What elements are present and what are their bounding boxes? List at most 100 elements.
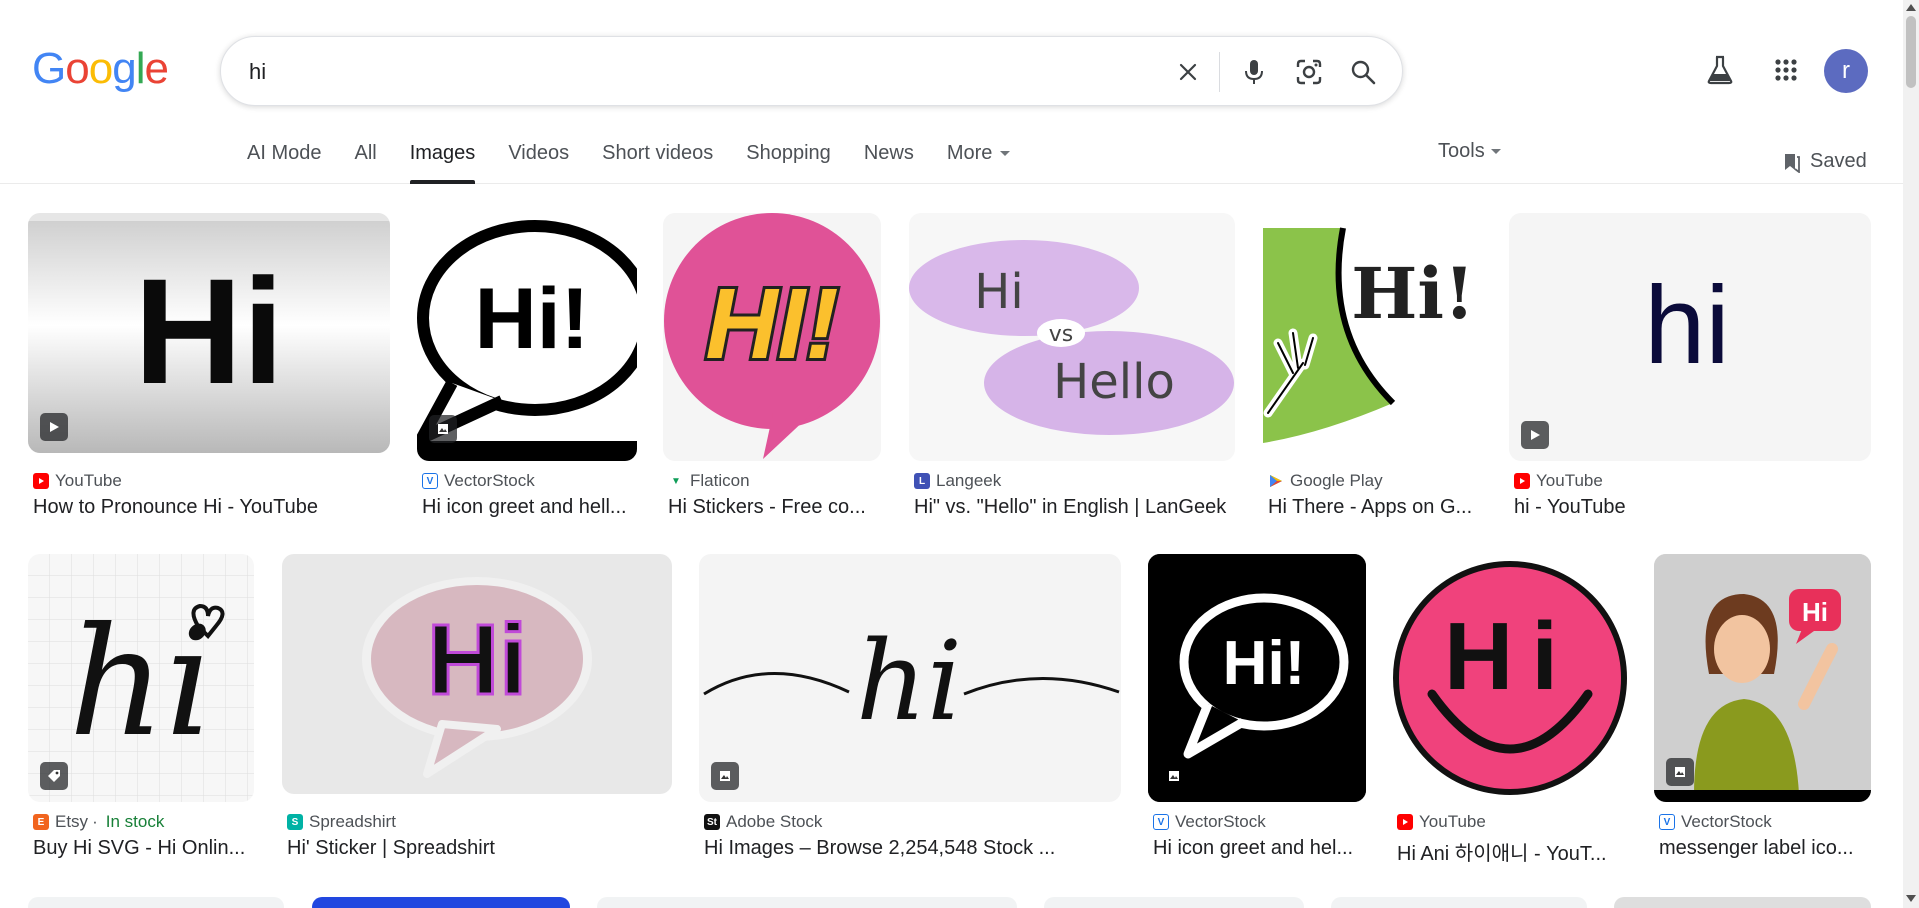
result-source[interactable]: V VectorStock [1659,812,1772,832]
image-badge-icon [711,762,739,790]
vectorstock-icon: V [422,473,438,489]
result-source[interactable]: YouTube [1397,812,1486,832]
result-thumbnail[interactable]: hi [1509,213,1871,461]
youtube-icon [33,473,49,489]
google-play-icon [1268,473,1284,489]
result-title[interactable]: hi - YouTube [1514,496,1876,519]
result-thumbnail[interactable] [597,897,1017,908]
image-result[interactable]: Hi vs Hello L Langeek Hi" vs. "Hello" in … [909,213,1235,523]
result-thumbnail[interactable]: hi [28,554,254,802]
tab-images[interactable]: Images [409,140,475,184]
scroll-down-arrow-icon[interactable] [1906,895,1916,902]
tab-news[interactable]: News [864,140,914,184]
result-thumbnail[interactable]: HI! [663,213,881,461]
youtube-icon [1514,473,1530,489]
image-result[interactable]: Hi S Spreadshirt Hi' Sticker | Spreadshir… [282,554,672,864]
search-icon[interactable] [1343,52,1383,92]
result-source[interactable]: L Langeek [914,471,1001,491]
result-title[interactable]: Hi icon greet and hell... [422,496,642,519]
tag-badge-icon [40,762,68,790]
result-thumbnail[interactable]: Hi [1392,554,1627,802]
adobe-stock-icon: St [704,814,720,830]
result-thumbnail[interactable]: Hi! [417,213,637,461]
source-name: Flaticon [690,471,750,490]
saved-button[interactable]: Saved [1782,150,1867,173]
microphone-icon[interactable] [1234,52,1274,92]
result-source[interactable]: S Spreadshirt [287,812,396,832]
image-result[interactable]: hi YouTube hi - YouTube [1509,213,1871,523]
langeek-icon: L [914,473,930,489]
avatar[interactable]: r [1824,49,1868,93]
vectorstock-icon: V [1659,814,1675,830]
image-result[interactable]: hi St Adobe Stock Hi Images – Browse 2,25… [699,554,1121,864]
image-text: Hi [1802,597,1828,627]
tools-button[interactable]: Tools [1438,140,1501,163]
image-result[interactable]: Hi YouTube How to Pronounce Hi - YouTube [28,213,390,523]
result-thumbnail[interactable] [312,897,570,908]
video-badge-icon [40,413,68,441]
result-title[interactable]: How to Pronounce Hi - YouTube [33,496,395,519]
image-text: Hi! [1223,629,1306,698]
source-name: Spreadshirt [309,812,396,831]
result-thumbnail[interactable]: Hi! [1148,554,1366,802]
result-source[interactable]: V VectorStock [1153,812,1266,832]
result-title[interactable]: Hi' Sticker | Spreadshirt [287,837,677,860]
image-result[interactable]: Hi! Google Play Hi There - Apps on G... [1263,213,1481,523]
result-source[interactable]: St Adobe Stock [704,812,822,832]
result-source[interactable]: YouTube [1514,471,1603,491]
scroll-up-arrow-icon[interactable] [1906,4,1916,11]
tab-all[interactable]: All [354,140,376,184]
header: Google r AI Mode All Images Videos Short… [0,0,1903,184]
result-title[interactable]: messenger label ico... [1659,837,1876,860]
camera-lens-icon[interactable] [1289,52,1329,92]
result-thumbnail[interactable]: Hi vs Hello [909,213,1235,461]
image-result[interactable]: Hi V VectorStock messenger label ico... [1654,554,1871,864]
apps-grid-icon[interactable] [1764,48,1808,92]
result-thumbnail[interactable]: Hi [28,213,390,453]
clear-icon[interactable] [1168,52,1208,92]
result-thumbnail[interactable]: Hi! [1263,213,1481,461]
image-result[interactable]: Hi! V VectorStock Hi icon greet and hel..… [1148,554,1366,864]
image-text: Hi [427,604,527,716]
result-source[interactable]: V VectorStock [422,471,535,491]
image-result[interactable]: Hi YouTube Hi Ani 하이애니 - YouT... [1392,554,1627,865]
result-thumbnail[interactable]: Hi [1654,554,1871,802]
result-source[interactable]: ▼ Flaticon [668,471,750,491]
image-result[interactable]: Hi! V VectorStock Hi icon greet and hell.… [417,213,637,523]
tab-ai-mode[interactable]: AI Mode [247,140,321,184]
result-title[interactable]: Hi There - Apps on G... [1268,496,1486,519]
tab-label: More [946,142,993,164]
tab-short-videos[interactable]: Short videos [602,140,713,184]
result-source[interactable]: Google Play [1268,471,1383,491]
image-result[interactable]: HI! ▼ Flaticon Hi Stickers - Free co... [663,213,881,523]
result-title[interactable]: Hi icon greet and hel... [1153,837,1371,860]
tab-videos[interactable]: Videos [508,140,569,184]
image-badge-icon [1160,762,1188,790]
result-thumbnail[interactable] [1331,897,1587,908]
tab-more[interactable]: More [947,140,1011,184]
result-thumbnail[interactable] [28,897,284,908]
page-scrollbar[interactable] [1903,0,1919,908]
result-source[interactable]: E Etsy · In stock [33,812,164,832]
result-image: Hi [362,577,592,778]
source-name: YouTube [1419,812,1486,831]
google-logo[interactable]: Google [32,44,169,94]
scrollbar-thumb[interactable] [1906,16,1916,88]
result-title[interactable]: Hi Ani 하이애니 - YouT... [1397,837,1632,866]
result-thumbnail[interactable]: Hi [282,554,672,794]
result-thumbnail[interactable]: hi [699,554,1121,802]
result-title[interactable]: Hi Images – Browse 2,254,548 Stock ... [704,837,1126,860]
labs-flask-icon[interactable] [1698,48,1742,92]
result-title[interactable]: Hi" vs. "Hello" in English | LanGeek [914,496,1240,519]
search-box [220,36,1403,106]
result-thumbnail[interactable] [1044,897,1304,908]
search-input[interactable] [249,56,1129,88]
image-result[interactable]: hi E Etsy · In stock Buy Hi SVG - Hi Onlin.… [28,554,254,864]
result-title[interactable]: Buy Hi SVG - Hi Onlin... [33,837,259,860]
source-name: VectorStock [1681,812,1772,831]
tab-label: All [354,142,377,164]
tab-shopping[interactable]: Shopping [746,140,831,184]
result-source[interactable]: YouTube [33,471,122,491]
result-thumbnail[interactable] [1614,897,1871,908]
result-title[interactable]: Hi Stickers - Free co... [668,496,886,519]
